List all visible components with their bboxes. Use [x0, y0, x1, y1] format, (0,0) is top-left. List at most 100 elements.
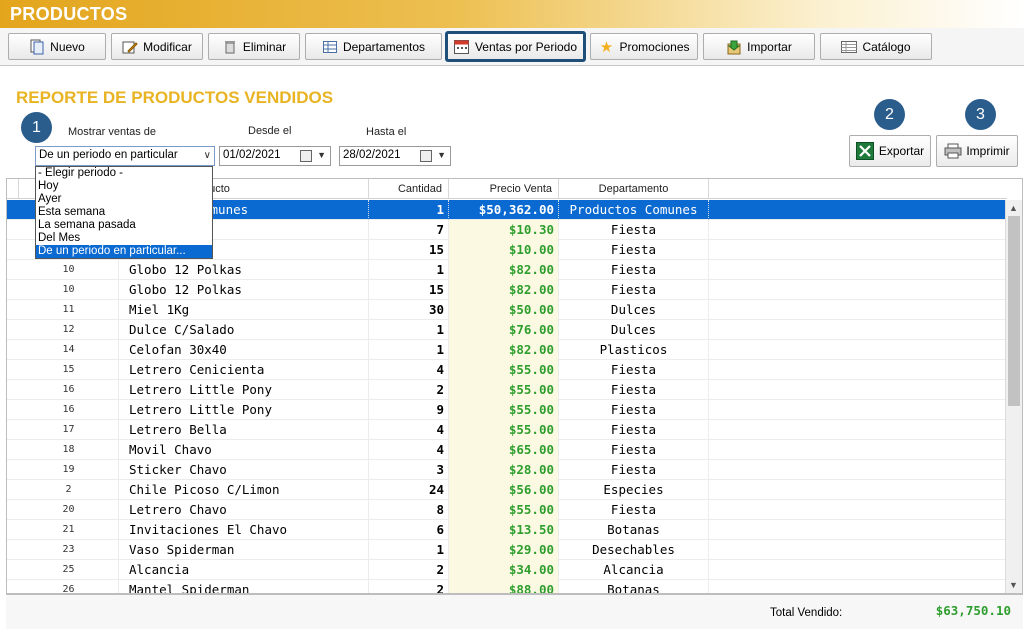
window-title: PRODUCTOS: [10, 4, 128, 24]
departments-button-label: Departamentos: [342, 39, 426, 54]
period-select-value: De un periodo en particular: [39, 149, 178, 161]
cell-product: Movil Chavo: [119, 440, 369, 460]
new-document-icon: [29, 39, 45, 55]
sales-by-period-button[interactable]: Ventas por Periodo: [445, 31, 586, 62]
delete-button[interactable]: Eliminar: [208, 33, 300, 60]
to-date-value: 28/02/2021: [343, 149, 401, 161]
cell-department: Fiesta: [559, 280, 709, 300]
table-row[interactable]: 10 Globo 12 Polkas 15 $82.00 Fiesta: [7, 280, 1005, 300]
cell-price: $29.00: [449, 540, 559, 560]
department-column-header[interactable]: Departamento: [559, 179, 709, 199]
cell-product: Globo 12 Polkas: [119, 280, 369, 300]
cell-price: $88.00: [449, 580, 559, 593]
cell-quantity: 15: [369, 280, 449, 300]
cell-department: Fiesta: [559, 220, 709, 240]
edit-icon: [122, 39, 138, 55]
cell-code: 23: [19, 540, 119, 560]
row-indicator-header: [7, 179, 19, 199]
table-row[interactable]: 20 Letrero Chavo 8 $55.00 Fiesta: [7, 500, 1005, 520]
cell-department: Plasticos: [559, 340, 709, 360]
cell-price: $28.00: [449, 460, 559, 480]
callout-badge-1: 1: [21, 112, 52, 143]
period-option[interactable]: Del Mes: [36, 232, 212, 245]
cell-department: Dulces: [559, 300, 709, 320]
table-row[interactable]: 23 Vaso Spiderman 1 $29.00 Desechables: [7, 540, 1005, 560]
table-row[interactable]: 16 Letrero Little Pony 9 $55.00 Fiesta: [7, 400, 1005, 420]
table-row[interactable]: 12 Dulce C/Salado 1 $76.00 Dulces: [7, 320, 1005, 340]
to-date-label: Hasta el: [366, 126, 407, 138]
promotions-button[interactable]: ★ Promociones: [590, 33, 698, 60]
export-button[interactable]: Exportar: [849, 135, 931, 167]
period-option-selected[interactable]: De un periodo en particular...: [36, 245, 212, 258]
table-row[interactable]: 14 Celofan 30x40 1 $82.00 Plasticos: [7, 340, 1005, 360]
cell-product: Sticker Chavo: [119, 460, 369, 480]
cell-price: $55.00: [449, 380, 559, 400]
scrollbar-thumb[interactable]: [1008, 216, 1020, 406]
cell-code: 20: [19, 500, 119, 520]
table-row[interactable]: 10 Globo 12 Polkas 1 $82.00 Fiesta: [7, 260, 1005, 280]
scroll-down-icon[interactable]: ▼: [1009, 580, 1018, 590]
title-bar: PRODUCTOS: [0, 0, 1024, 28]
dropdown-arrow-icon[interactable]: ▼: [317, 150, 326, 160]
table-row[interactable]: 11 Miel 1Kg 30 $50.00 Dulces: [7, 300, 1005, 320]
departments-button[interactable]: Departamentos: [305, 33, 442, 60]
table-row[interactable]: 19 Sticker Chavo 3 $28.00 Fiesta: [7, 460, 1005, 480]
to-date-input[interactable]: 28/02/2021 ▼: [339, 146, 451, 166]
cell-code: 14: [19, 340, 119, 360]
excel-icon: [855, 142, 874, 160]
cell-code: 16: [19, 380, 119, 400]
cell-department: Desechables: [559, 540, 709, 560]
modify-button[interactable]: Modificar: [111, 33, 203, 60]
cell-price: $55.00: [449, 500, 559, 520]
table-row[interactable]: 21 Invitaciones El Chavo 6 $13.50 Botana…: [7, 520, 1005, 540]
catalog-button[interactable]: Catálogo: [820, 33, 932, 60]
table-row[interactable]: 2 Chile Picoso C/Limon 24 $56.00 Especie…: [7, 480, 1005, 500]
cell-quantity: 4: [369, 420, 449, 440]
table-row[interactable]: 25 Alcancia 2 $34.00 Alcancia: [7, 560, 1005, 580]
period-option[interactable]: - Elegir periodo -: [36, 167, 212, 180]
cell-product: Letrero Little Pony: [119, 400, 369, 420]
cell-department: Fiesta: [559, 260, 709, 280]
period-option[interactable]: La semana pasada: [36, 219, 212, 232]
import-button-label: Importar: [747, 39, 792, 54]
from-date-input[interactable]: 01/02/2021 ▼: [219, 146, 331, 166]
price-column-header[interactable]: Precio Venta: [449, 179, 559, 199]
period-option[interactable]: Hoy: [36, 180, 212, 193]
cell-price: $55.00: [449, 400, 559, 420]
new-button-label: Nuevo: [50, 39, 85, 54]
table-row[interactable]: 16 Letrero Little Pony 2 $55.00 Fiesta: [7, 380, 1005, 400]
cell-product: Letrero Little Pony: [119, 380, 369, 400]
cell-quantity: 1: [369, 260, 449, 280]
cell-product: Vaso Spiderman: [119, 540, 369, 560]
cell-price: $10.30: [449, 220, 559, 240]
callout-badge-2: 2: [874, 99, 905, 130]
scroll-up-icon[interactable]: ▲: [1009, 203, 1018, 213]
cell-product: Letrero Chavo: [119, 500, 369, 520]
period-select[interactable]: De un periodo en particular ∨: [35, 146, 215, 166]
table-row[interactable]: 18 Movil Chavo 4 $65.00 Fiesta: [7, 440, 1005, 460]
period-option[interactable]: Ayer: [36, 193, 212, 206]
import-icon: [726, 39, 742, 55]
table-row[interactable]: 17 Letrero Bella 4 $55.00 Fiesta: [7, 420, 1005, 440]
cell-product: Miel 1Kg: [119, 300, 369, 320]
import-button[interactable]: Importar: [703, 33, 815, 60]
period-option[interactable]: Esta semana: [36, 206, 212, 219]
print-button-label: Imprimir: [966, 144, 1010, 158]
cell-department: Fiesta: [559, 400, 709, 420]
print-button[interactable]: Imprimir: [936, 135, 1018, 167]
cell-product: Letrero Bella: [119, 420, 369, 440]
table-row[interactable]: 26 Mantel Spiderman 2 $88.00 Botanas: [7, 580, 1005, 593]
dropdown-arrow-icon[interactable]: ▼: [437, 150, 446, 160]
delete-button-label: Eliminar: [242, 39, 287, 54]
table-row[interactable]: 15 Letrero Cenicienta 4 $55.00 Fiesta: [7, 360, 1005, 380]
cell-code: 15: [19, 360, 119, 380]
cell-price: $65.00: [449, 440, 559, 460]
quantity-column-header[interactable]: Cantidad: [369, 179, 449, 199]
new-button[interactable]: Nuevo: [8, 33, 106, 60]
vertical-scrollbar[interactable]: ▲ ▼: [1005, 200, 1022, 593]
cell-code: 21: [19, 520, 119, 540]
cell-quantity: 24: [369, 480, 449, 500]
cell-quantity: 1: [369, 540, 449, 560]
cell-department: Botanas: [559, 520, 709, 540]
cell-product: Letrero Cenicienta: [119, 360, 369, 380]
